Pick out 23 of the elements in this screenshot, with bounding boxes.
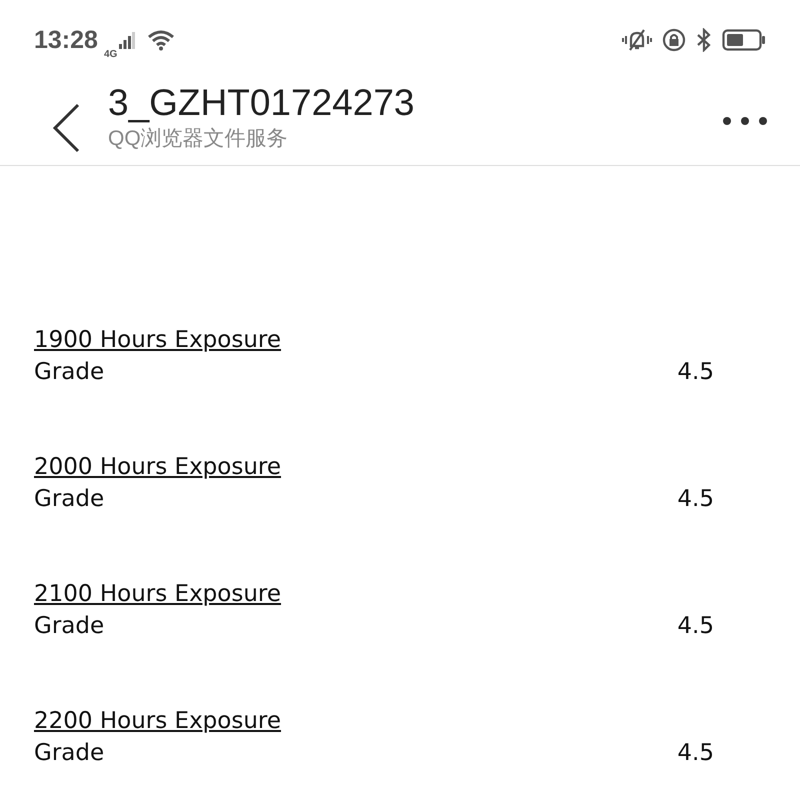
section-heading: 2200 Hours Exposure: [34, 707, 282, 736]
grade-value: 4.5: [677, 485, 714, 514]
grade-value: 4.5: [677, 612, 714, 641]
mute-vibrate-icon: [622, 28, 652, 52]
signal-icon: [119, 31, 136, 49]
grade-label: Grade: [34, 485, 104, 514]
battery-icon: [722, 29, 766, 51]
rotation-lock-icon: [662, 28, 686, 52]
status-time: 13:28: [34, 26, 98, 54]
bluetooth-icon: [696, 28, 712, 52]
grade-label: Grade: [34, 739, 104, 768]
page-subtitle: QQ浏览器文件服务: [108, 126, 289, 152]
section-heading: 1900 Hours Exposure: [34, 326, 282, 355]
section-heading: 2000 Hours Exposure: [34, 453, 282, 482]
page-title: 3_GZHT01724273: [108, 80, 416, 124]
grade-label: Grade: [34, 612, 104, 641]
grade-label: Grade: [34, 358, 104, 387]
wifi-icon: [147, 29, 176, 51]
back-button[interactable]: [50, 102, 82, 154]
network-type: 4G: [104, 48, 118, 60]
grade-value: 4.5: [677, 358, 714, 387]
grade-value: 4.5: [677, 739, 714, 768]
section-heading: 2100 Hours Exposure: [34, 580, 282, 609]
